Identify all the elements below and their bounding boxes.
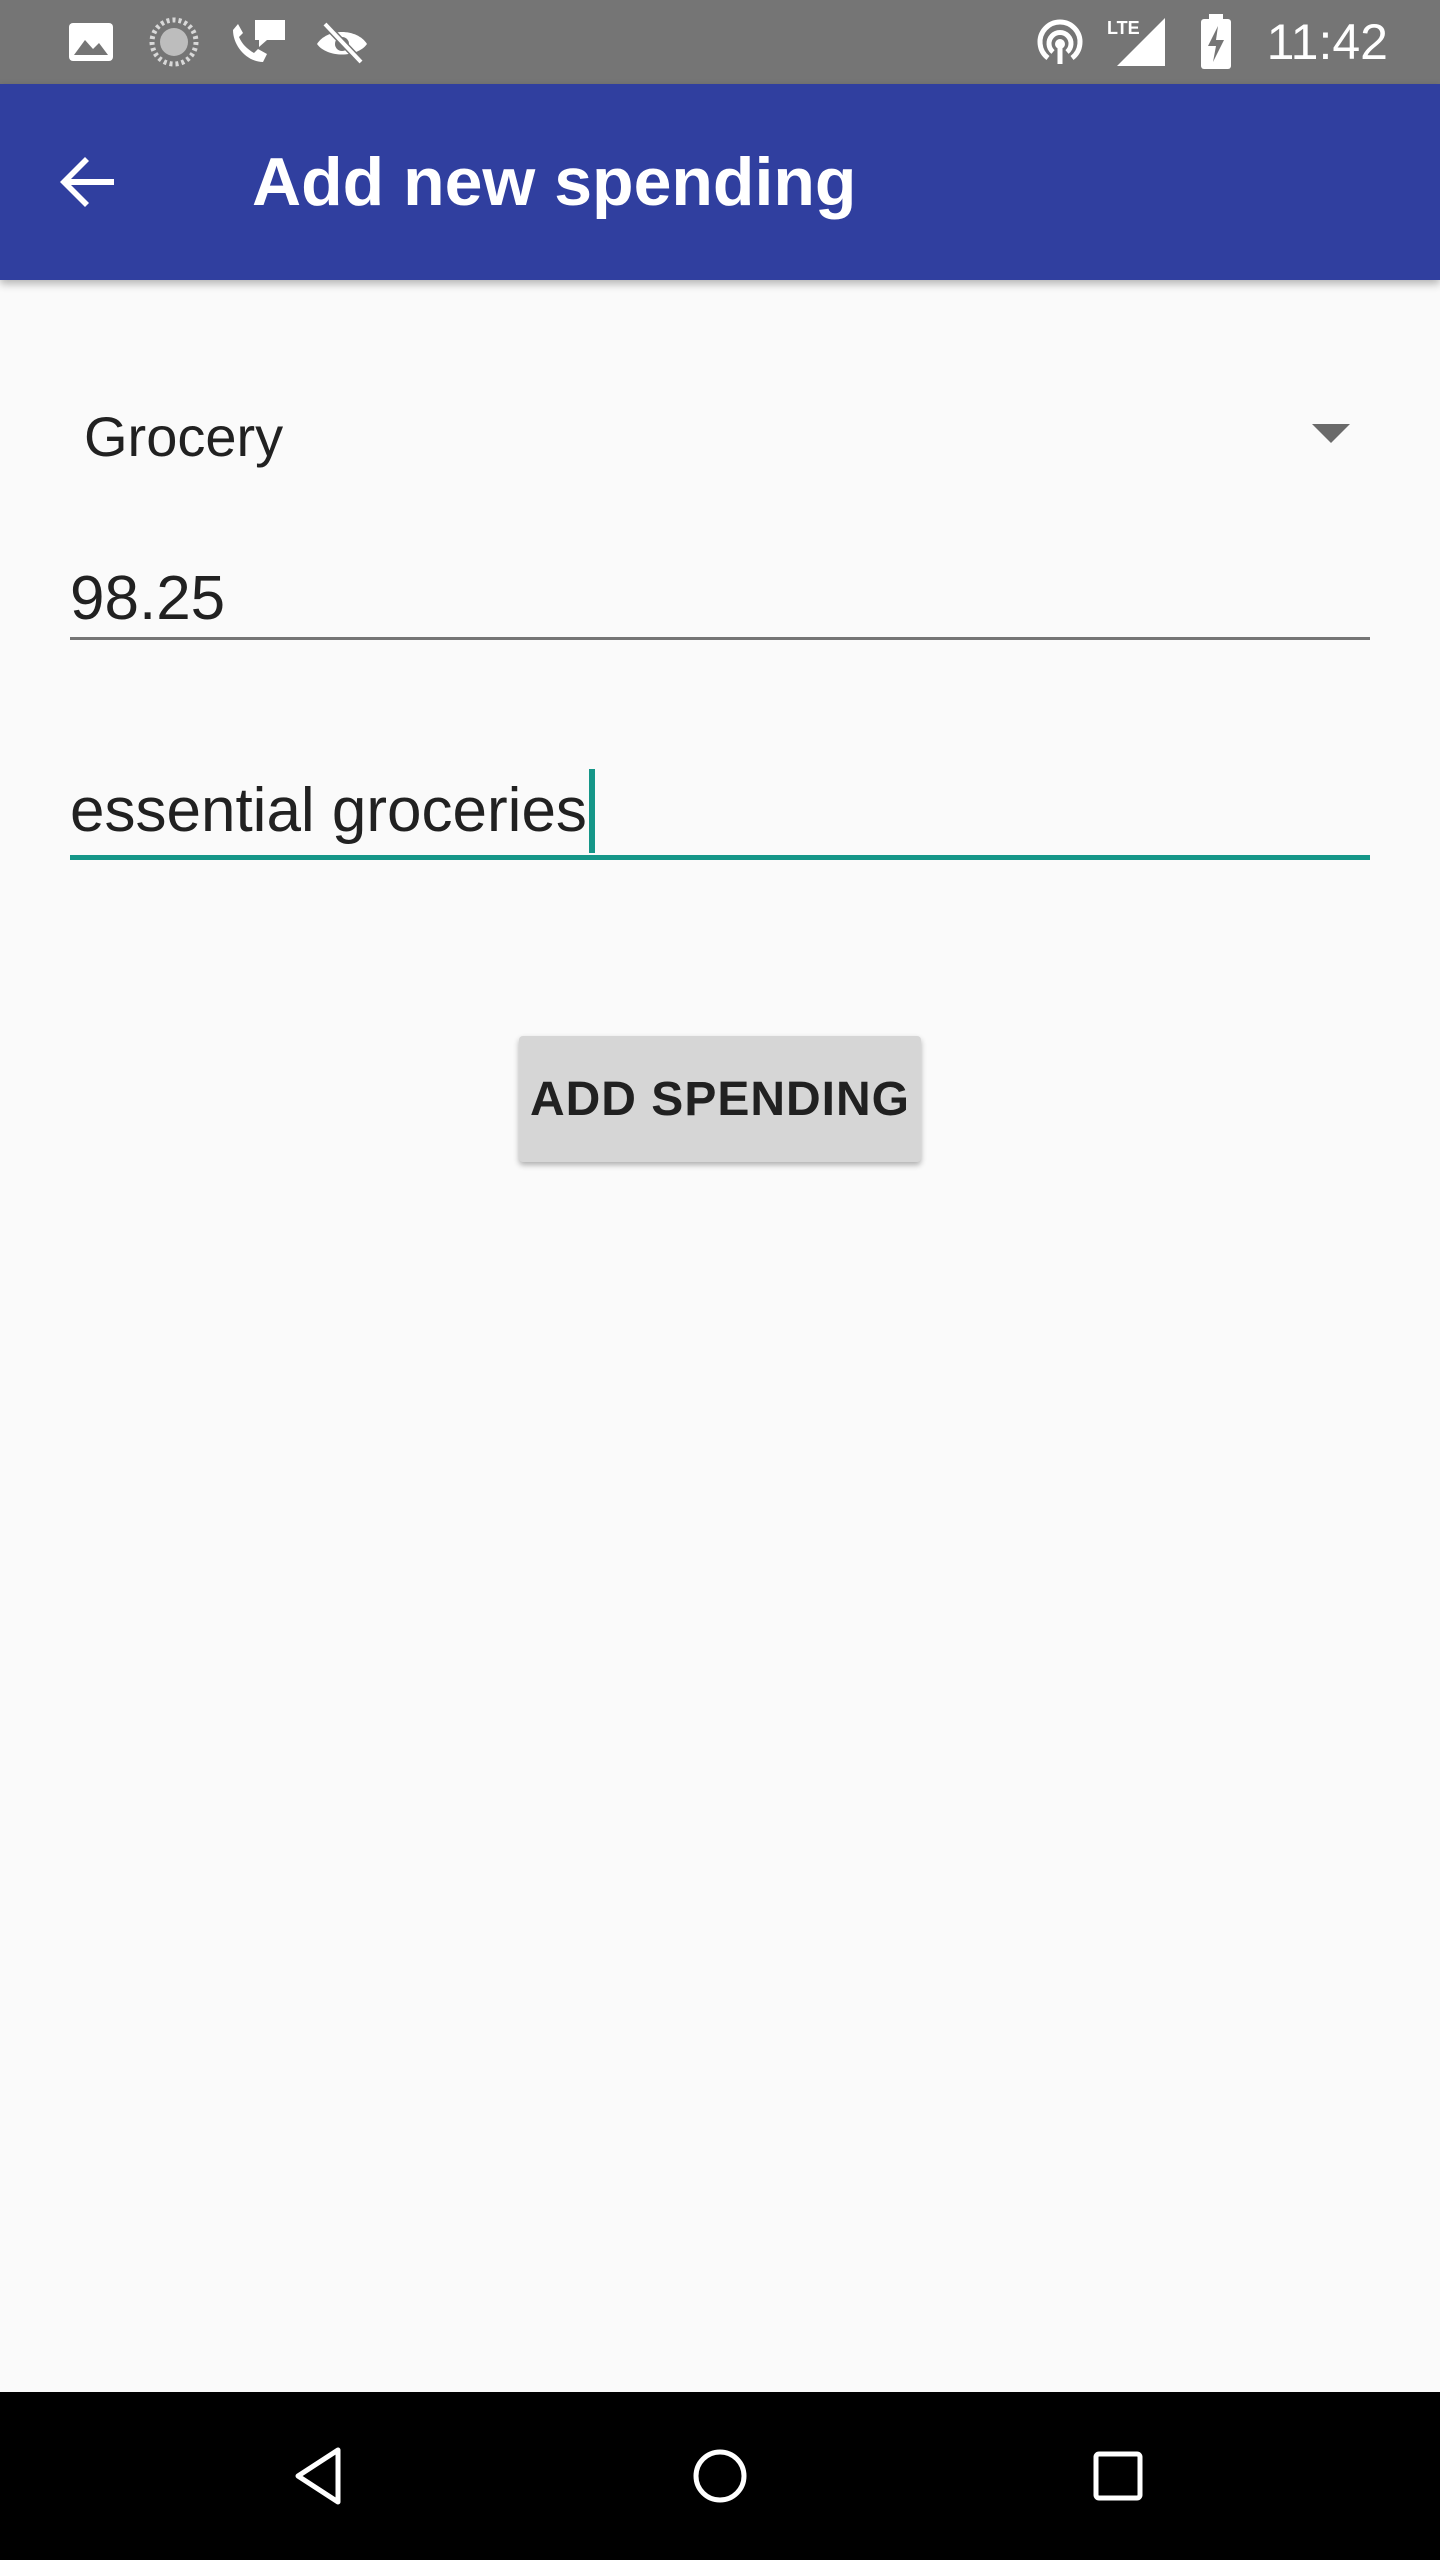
nav-back-button[interactable] [270, 2426, 370, 2526]
add-spending-button[interactable]: ADD SPENDING [519, 1036, 921, 1162]
home-circle-icon [693, 2449, 747, 2503]
nav-recents-button[interactable] [1068, 2426, 1168, 2526]
back-button[interactable] [40, 134, 136, 230]
form-content: Grocery essential groceries ADD SPENDING [0, 280, 1440, 2392]
eye-off-icon [312, 14, 372, 70]
arrow-back-icon [60, 157, 114, 207]
hotspot-icon [1030, 14, 1090, 70]
note-input-text: essential groceries [70, 776, 587, 845]
category-spinner[interactable]: Grocery [70, 382, 1370, 492]
status-bar: LTE 11:42 [0, 0, 1440, 84]
signal-icon: LTE [1106, 14, 1172, 70]
call-chat-icon [226, 14, 290, 70]
navigation-bar [0, 2392, 1440, 2560]
note-input[interactable]: essential groceries [70, 768, 1370, 860]
app-bar: Add new spending [0, 84, 1440, 280]
text-cursor [588, 768, 595, 853]
lte-label: LTE [1107, 18, 1140, 38]
image-icon [66, 14, 116, 70]
dropdown-arrow-icon [1312, 424, 1350, 443]
loading-icon [146, 14, 202, 70]
back-triangle-icon [295, 2447, 341, 2505]
amount-input[interactable] [70, 560, 1370, 640]
battery-charging-icon [1196, 14, 1236, 70]
status-time: 11:42 [1266, 14, 1388, 70]
category-selected-value: Grocery [84, 405, 284, 468]
recents-square-icon [1093, 2451, 1143, 2501]
nav-home-button[interactable] [670, 2426, 770, 2526]
page-title: Add new spending [252, 144, 857, 220]
